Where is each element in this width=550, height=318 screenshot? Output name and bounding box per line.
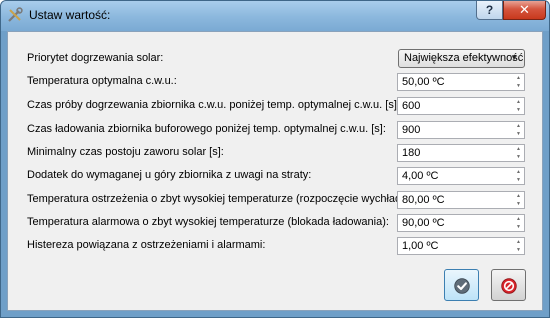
setting-label: Czas ładowania zbiornika buforowego poni… [27, 123, 386, 135]
spin-up-icon[interactable]: ▲ [513, 74, 524, 82]
spin-down-icon[interactable]: ▼ [513, 82, 524, 90]
spin-down-icon[interactable]: ▼ [513, 130, 524, 138]
title-bar[interactable]: Ustaw wartość: ? ✕ [1, 1, 549, 31]
priority-select[interactable]: Największa efektywność ▼ [398, 49, 525, 68]
dialog-window: Ustaw wartość: ? ✕ Priorytet dogrzewania… [0, 0, 550, 318]
ok-button[interactable] [444, 269, 479, 301]
close-button[interactable]: ✕ [503, 1, 546, 20]
spin-up-icon[interactable]: ▲ [513, 192, 524, 200]
setting-spinbox[interactable]: 4,00 ºC ▲ ▼ [397, 167, 525, 185]
priority-label: Priorytet dogrzewania solar: [27, 52, 164, 64]
priority-select-value: Największa efektywność [404, 52, 524, 64]
spinner-buttons: ▲ ▼ [513, 238, 524, 254]
spin-down-icon[interactable]: ▼ [513, 223, 524, 231]
setting-value: 80,00 ºC [402, 194, 445, 206]
setting-spinbox[interactable]: 900 ▲ ▼ [397, 121, 525, 139]
spin-up-icon[interactable]: ▲ [513, 122, 524, 130]
spin-down-icon[interactable]: ▼ [513, 106, 524, 114]
setting-value: 600 [402, 100, 421, 112]
spin-up-icon[interactable]: ▲ [513, 168, 524, 176]
spin-down-icon[interactable]: ▼ [513, 200, 524, 208]
setting-value: 4,00 ºC [402, 170, 439, 182]
setting-spinbox[interactable]: 90,00 ºC ▲ ▼ [397, 214, 525, 232]
spinner-buttons: ▲ ▼ [513, 192, 524, 208]
window-title: Ustaw wartość: [29, 8, 111, 22]
spinner-buttons: ▲ ▼ [513, 98, 524, 114]
no-entry-icon [501, 278, 517, 294]
tools-icon [7, 7, 23, 23]
spin-down-icon[interactable]: ▼ [513, 153, 524, 161]
spinner-buttons: ▲ ▼ [513, 122, 524, 138]
setting-label: Histereza powiązana z ostrzeżeniami i al… [27, 239, 266, 251]
setting-value: 1,00 ºC [402, 240, 439, 252]
spin-down-icon[interactable]: ▼ [513, 246, 524, 254]
checkmark-icon [454, 278, 470, 294]
setting-label: Minimalny czas postoju zaworu solar [s]: [27, 146, 224, 158]
cancel-button[interactable] [491, 269, 526, 301]
setting-label: Dodatek do wymaganej u góry zbiornika z … [27, 169, 312, 181]
setting-value: 50,00 ºC [402, 76, 445, 88]
spin-up-icon[interactable]: ▲ [513, 215, 524, 223]
setting-spinbox[interactable]: 600 ▲ ▼ [397, 97, 525, 115]
chevron-down-icon: ▼ [510, 53, 518, 62]
dialog-content: Priorytet dogrzewania solar: Największa … [7, 31, 543, 311]
spinner-buttons: ▲ ▼ [513, 145, 524, 161]
spin-down-icon[interactable]: ▼ [513, 176, 524, 184]
help-button[interactable]: ? [476, 1, 503, 20]
spin-up-icon[interactable]: ▲ [513, 238, 524, 246]
spin-up-icon[interactable]: ▲ [513, 98, 524, 106]
setting-spinbox[interactable]: 50,00 ºC ▲ ▼ [397, 73, 525, 91]
setting-label: Temperatura optymalna c.w.u.: [27, 75, 177, 87]
setting-spinbox[interactable]: 180 ▲ ▼ [397, 144, 525, 162]
setting-value: 900 [402, 124, 421, 136]
setting-label: Czas próby dogrzewania zbiornika c.w.u. … [27, 99, 400, 111]
spin-up-icon[interactable]: ▲ [513, 145, 524, 153]
setting-spinbox[interactable]: 1,00 ºC ▲ ▼ [397, 237, 525, 255]
setting-spinbox[interactable]: 80,00 ºC ▲ ▼ [397, 191, 525, 209]
setting-value: 180 [402, 147, 421, 159]
spinner-buttons: ▲ ▼ [513, 74, 524, 90]
setting-value: 90,00 ºC [402, 217, 445, 229]
spinner-buttons: ▲ ▼ [513, 168, 524, 184]
spinner-buttons: ▲ ▼ [513, 215, 524, 231]
setting-label: Temperatura ostrzeżenia o zbyt wysokiej … [27, 193, 435, 205]
setting-label: Temperatura alarmowa o zbyt wysokiej tem… [27, 216, 389, 228]
